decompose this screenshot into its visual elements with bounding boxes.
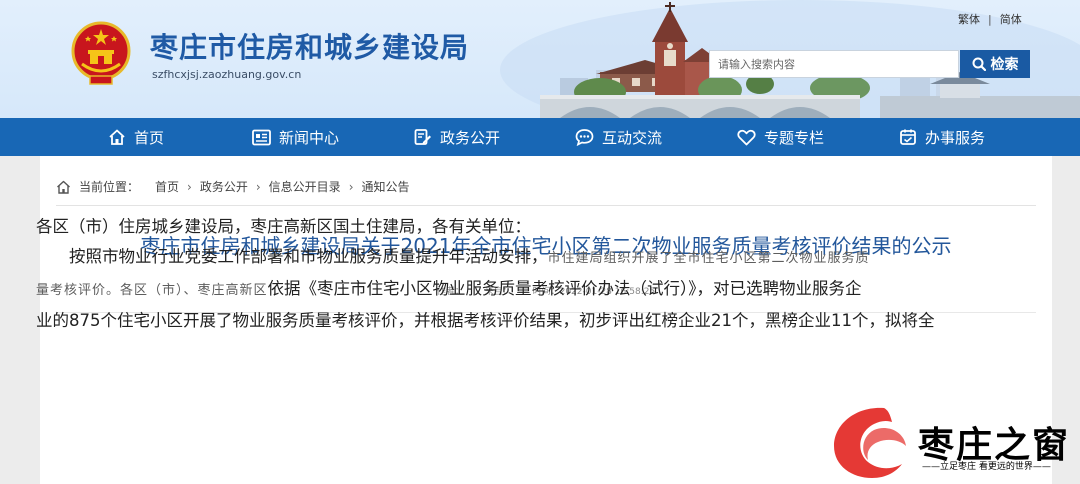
nav-item-home[interactable]: 首页 xyxy=(108,118,164,156)
watermark-logo-mark xyxy=(834,407,906,478)
nav-item-government-affairs[interactable]: 政务公开 xyxy=(414,118,500,156)
article-paragraph: 按照市物业行业党委工作部署和市物业服务质量提升年活动安排，市住建局组织开展了全市… xyxy=(36,242,1036,274)
nav-item-label: 专题专栏 xyxy=(764,128,825,147)
article-paragraph: 业的875个住宅小区开展了物业服务质量考核评价，并根据考核评价结果，初步评出红榜… xyxy=(36,306,1036,336)
heart-icon xyxy=(737,129,756,145)
paragraph-text: 按照市物业行业党委工作部署和市物业服务质量提升年活动安排， xyxy=(69,247,548,266)
breadcrumb-link-home[interactable]: 首页 xyxy=(155,178,179,195)
search-input[interactable] xyxy=(709,50,959,78)
search-button[interactable]: 检索 xyxy=(960,50,1030,78)
article-paragraph: 量考核评价。各区（市）、枣庄高新区依据《枣庄市住宅小区物业服务质量考核评价办法（… xyxy=(36,274,1036,306)
breadcrumb-prefix: 当前位置： xyxy=(79,180,140,194)
magnifier-icon xyxy=(972,57,986,71)
breadcrumb-link-notices[interactable]: 通知公告 xyxy=(362,178,410,195)
nav-item-label: 首页 xyxy=(134,128,165,147)
site-url: szfhcxjsj.zaozhuang.gov.cn xyxy=(152,68,302,81)
watermark: 枣庄之窗 ——立足枣庄 看更远的世界—— xyxy=(826,400,1080,484)
news-icon xyxy=(252,129,271,145)
edit-icon xyxy=(414,129,431,145)
paragraph-text: 业的875个住宅小区开展了物业服务质量考核评价，并根据考核评价结果，初步评出红榜… xyxy=(36,311,935,330)
nav-item-special-topics[interactable]: 专题专栏 xyxy=(737,118,824,156)
lang-traditional-link[interactable]: 繁体 xyxy=(958,11,980,27)
nav-item-label: 政务公开 xyxy=(440,128,501,147)
site-header: 枣庄市住房和城乡建设局 szfhcxjsj.zaozhuang.gov.cn 繁… xyxy=(0,0,1080,118)
article-body: 各区（市）住房城乡建设局，枣庄高新区国土住建局，各有关单位： 按照市物业行业党委… xyxy=(36,212,1036,336)
lang-simplified-link[interactable]: 简体 xyxy=(1000,11,1022,27)
language-switch: 繁体 | 简体 xyxy=(958,11,1022,27)
chat-icon xyxy=(575,129,594,146)
national-emblem-logo xyxy=(71,21,131,85)
handwritten-annotation: 量考核评价。各区（市）、枣庄高新区 xyxy=(36,283,268,298)
service-icon xyxy=(900,129,916,145)
breadcrumb: 当前位置： 首页 › 政务公开 › 信息公开目录 › 通知公告 xyxy=(56,178,410,195)
nav-item-interaction[interactable]: 互动交流 xyxy=(575,118,662,156)
watermark-slogan: ——立足枣庄 看更远的世界—— xyxy=(922,462,1051,472)
nav-item-news[interactable]: 新闻中心 xyxy=(252,118,339,156)
article-salutation: 各区（市）住房城乡建设局，枣庄高新区国土住建局，各有关单位： xyxy=(36,217,531,236)
paragraph-text: 依据《枣庄市住宅小区物业服务质量考核评价办法（试行）》，对已选聘物业服务企 xyxy=(267,279,862,298)
handwritten-annotation: 市住建局组织开展了全市住宅小区第二次物业服务质 xyxy=(547,251,870,266)
home-icon xyxy=(57,180,70,194)
nav-item-label: 互动交流 xyxy=(602,128,663,147)
breadcrumb-link-catalog[interactable]: 信息公开目录 xyxy=(269,178,341,195)
lang-divider: | xyxy=(988,13,992,26)
search-button-label: 检索 xyxy=(990,56,1019,72)
main-nav: 首页 新闻中心 政务公开 互动交流 专题专栏 办事服务 xyxy=(0,118,1080,156)
breadcrumb-divider xyxy=(56,205,1036,206)
breadcrumb-separator: › xyxy=(255,179,261,194)
breadcrumb-link-government-affairs[interactable]: 政务公开 xyxy=(200,178,248,195)
nav-item-label: 办事服务 xyxy=(925,128,986,147)
nav-item-label: 新闻中心 xyxy=(279,128,340,147)
site-title: 枣庄市住房和城乡建设局 xyxy=(150,31,470,64)
home-icon xyxy=(109,129,125,145)
breadcrumb-separator: › xyxy=(187,179,192,194)
nav-item-services[interactable]: 办事服务 xyxy=(899,118,985,156)
breadcrumb-separator: › xyxy=(348,179,354,194)
